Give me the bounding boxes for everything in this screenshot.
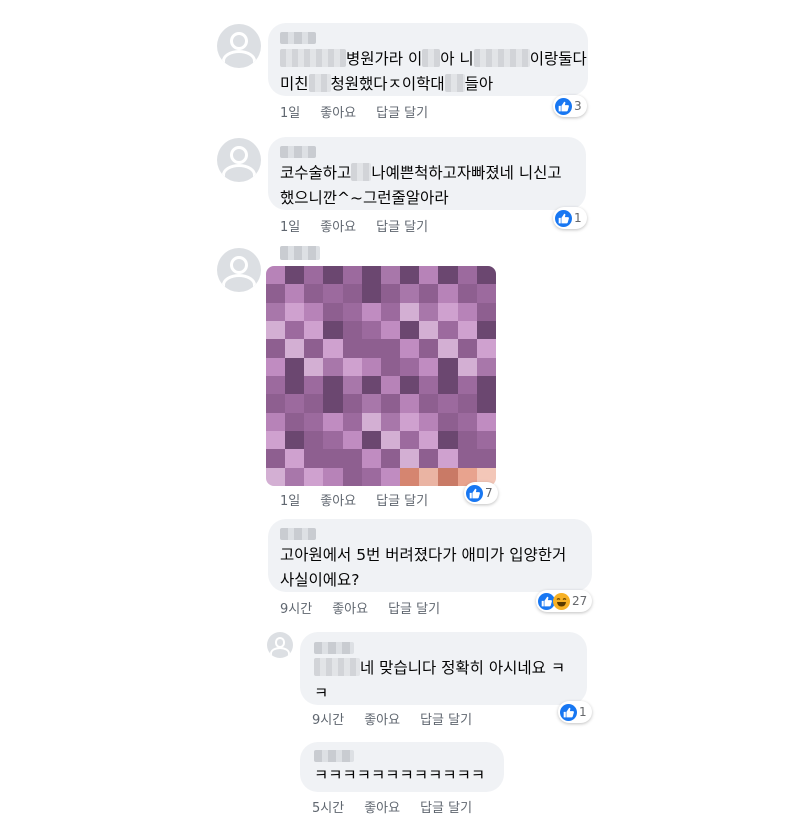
reply-button[interactable]: 답글 달기 — [420, 797, 472, 816]
default-avatar-icon[interactable] — [267, 632, 293, 658]
laughing-face-icon — [553, 592, 570, 610]
reply-button[interactable]: 답글 달기 — [376, 216, 428, 235]
reaction-count[interactable]: 1 — [558, 701, 592, 723]
comment-actions: 1일 좋아요 답글 달기 — [280, 102, 428, 121]
reply-button[interactable]: 답글 달기 — [376, 102, 428, 121]
thumbs-up-icon — [555, 97, 572, 115]
reply-bubble: 네 맞습니다 정확히 아시네요 ㅋ ㅋ — [300, 632, 587, 705]
comment-text: 병원가라 이아 니 이랑둘다 미친 청원했다ㅈ이학대 들아 — [280, 49, 587, 93]
thumbs-up-icon — [466, 484, 483, 502]
author-name[interactable] — [280, 146, 316, 158]
reply-actions: 9시간 좋아요 답글 달기 — [312, 709, 472, 728]
author-name[interactable] — [280, 246, 320, 260]
comment-bubble: 병원가라 이아 니 이랑둘다 미친 청원했다ㅈ이학대 들아 — [268, 23, 588, 96]
reaction-count[interactable]: 3 — [553, 95, 587, 117]
default-avatar-icon[interactable] — [217, 248, 261, 292]
reply-text: ㅋㅋㅋㅋㅋㅋㅋㅋㅋㅋㅋㅋ — [314, 766, 486, 784]
avatar[interactable] — [217, 518, 261, 562]
reply-text: 네 맞습니다 정확히 아시네요 ㅋ ㅋ — [314, 658, 566, 702]
like-button[interactable]: 좋아요 — [320, 102, 356, 121]
default-avatar-icon[interactable] — [217, 138, 261, 182]
like-button[interactable]: 좋아요 — [364, 797, 400, 816]
like-button[interactable]: 좋아요 — [320, 490, 356, 509]
thumbs-up-icon — [560, 703, 577, 721]
timestamp[interactable]: 1일 — [280, 490, 300, 509]
avatar[interactable] — [265, 742, 295, 772]
timestamp[interactable]: 5시간 — [312, 797, 344, 816]
reply-button[interactable]: 답글 달기 — [420, 709, 472, 728]
like-button[interactable]: 좋아요 — [364, 709, 400, 728]
comment-text: 고아원에서 5번 버려졌다가 애미가 입양한거 사실이에요? — [280, 546, 567, 589]
reply-button[interactable]: 답글 달기 — [388, 598, 440, 617]
reply-button[interactable]: 답글 달기 — [376, 490, 428, 509]
author-name[interactable] — [314, 750, 354, 762]
comment-bubble: 코수술하고 나예쁜척하고자빠졌네 니신고 했으니깐^~그런줄알아라 — [268, 137, 586, 210]
reaction-count[interactable]: 7 — [464, 482, 498, 504]
timestamp[interactable]: 9시간 — [280, 598, 312, 617]
comment-actions: 1일 좋아요 답글 달기 — [280, 216, 428, 235]
author-name[interactable] — [280, 32, 316, 44]
timestamp[interactable]: 9시간 — [312, 709, 344, 728]
default-avatar-icon[interactable] — [217, 24, 261, 68]
reply-actions: 5시간 좋아요 답글 달기 — [312, 797, 472, 816]
comment-image[interactable] — [266, 266, 496, 486]
thumbs-up-icon — [555, 209, 572, 227]
comment-text: 코수술하고 나예쁜척하고자빠졌네 니신고 했으니깐^~그런줄알아라 — [280, 163, 562, 207]
timestamp[interactable]: 1일 — [280, 216, 300, 235]
like-button[interactable]: 좋아요 — [320, 216, 356, 235]
reply-bubble: ㅋㅋㅋㅋㅋㅋㅋㅋㅋㅋㅋㅋ — [300, 742, 504, 792]
comment-actions: 9시간 좋아요 답글 달기 — [280, 598, 440, 617]
like-button[interactable]: 좋아요 — [332, 598, 368, 617]
reaction-count[interactable]: 1 — [553, 207, 587, 229]
comment-actions: 1일 좋아요 답글 달기 — [280, 490, 428, 509]
timestamp[interactable]: 1일 — [280, 102, 300, 121]
comment-bubble: 고아원에서 5번 버려졌다가 애미가 입양한거 사실이에요? — [268, 519, 592, 592]
author-name[interactable] — [314, 642, 354, 654]
author-name[interactable] — [280, 528, 316, 540]
reaction-count[interactable]: 27 — [536, 590, 593, 612]
